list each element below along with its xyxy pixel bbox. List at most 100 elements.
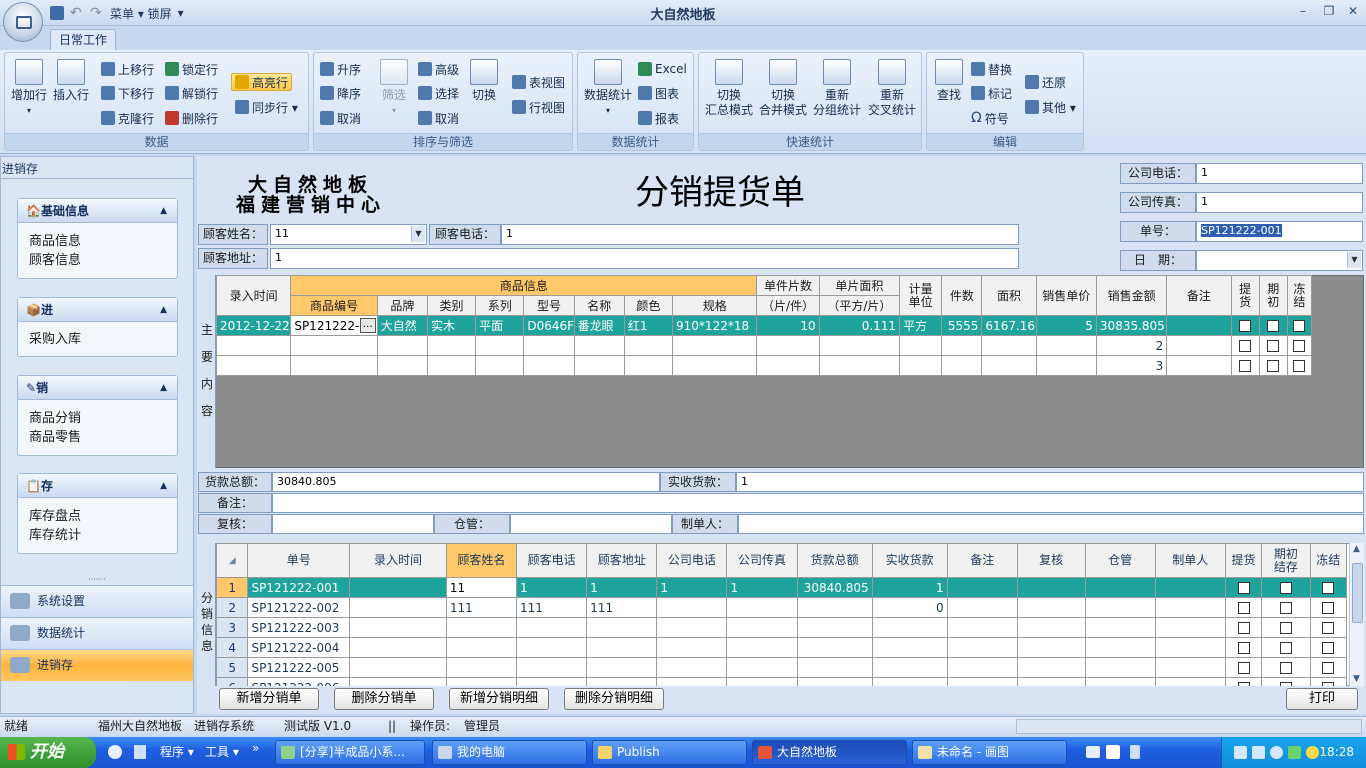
- customer-phone-input[interactable]: 1: [501, 224, 1019, 245]
- data-stats-button[interactable]: 数据统计 ▾: [582, 59, 634, 118]
- list-cell-cust-addr[interactable]: 111: [586, 597, 658, 618]
- list-cell-cust-addr[interactable]: [586, 637, 658, 658]
- opening-checkbox[interactable]: [1267, 340, 1280, 352]
- col-pickup[interactable]: 提货: [1230, 275, 1260, 316]
- cell-area-pc[interactable]: [818, 335, 901, 356]
- cell-name[interactable]: [573, 335, 625, 356]
- cell-spec[interactable]: 910*122*18: [672, 315, 758, 336]
- move-down-button[interactable]: 下移行: [101, 84, 154, 102]
- list-cell-comp-fax[interactable]: [726, 637, 798, 658]
- list-cell-note[interactable]: [946, 597, 1018, 618]
- row-number[interactable]: 2: [215, 597, 249, 618]
- nav-bar-data-stats[interactable]: 数据统计: [1, 617, 193, 649]
- sort-asc-button[interactable]: 升序: [320, 60, 361, 78]
- list-cell-warehouse[interactable]: [1084, 637, 1156, 658]
- detail-row[interactable]: 2012-12-22 SP121222-0… 大自然 实木 平面 D0646F …: [215, 315, 1313, 336]
- list-cell-opening[interactable]: [1261, 657, 1311, 678]
- pickup-checkbox[interactable]: [1237, 662, 1250, 674]
- minimize-button[interactable]: –: [1292, 4, 1314, 20]
- remark-input[interactable]: [272, 493, 1364, 513]
- delete-order-button[interactable]: 删除分销单: [334, 688, 434, 710]
- cell-area[interactable]: [981, 335, 1037, 356]
- tools-menu[interactable]: 工具 ▾: [205, 737, 239, 768]
- list-col-frozen[interactable]: 冻结: [1309, 543, 1348, 578]
- list-col-cust-phone[interactable]: 顾客电话: [516, 543, 588, 578]
- tab-daily-work[interactable]: 日常工作: [50, 29, 116, 51]
- list-cell-order-no[interactable]: SP121222-003: [247, 617, 351, 638]
- list-cell-received[interactable]: 1: [871, 577, 948, 598]
- list-col-cust-addr[interactable]: 顾客地址: [586, 543, 658, 578]
- cell-price[interactable]: 5: [1035, 315, 1097, 336]
- tray-network-icon[interactable]: [1234, 746, 1247, 759]
- list-cell-maker[interactable]: [1154, 577, 1226, 598]
- cell-note[interactable]: [1166, 335, 1232, 356]
- nav-item-retail[interactable]: 商品零售: [18, 428, 177, 447]
- list-cell-review[interactable]: [1016, 637, 1086, 658]
- frozen-checkbox[interactable]: [1322, 642, 1335, 654]
- start-button[interactable]: 开始: [0, 737, 96, 768]
- col-area-per-pc-2[interactable]: （平方/片）: [818, 295, 901, 316]
- list-cell-total[interactable]: [796, 597, 873, 618]
- list-col-comp-fax[interactable]: 公司传真: [726, 543, 798, 578]
- nav-bar-system-settings[interactable]: 系统设置: [1, 585, 193, 617]
- new-detail-button[interactable]: 新增分销明细: [449, 688, 549, 710]
- cell-pickup[interactable]: [1230, 315, 1260, 336]
- col-area-per-pc-1[interactable]: 单片面积: [818, 275, 901, 296]
- filter-button[interactable]: 筛选 ▾: [376, 59, 412, 118]
- frozen-checkbox[interactable]: [1322, 602, 1335, 614]
- taskbar-item-share[interactable]: [分享]半成品小系...: [275, 740, 425, 765]
- taskbar-item-app-active[interactable]: 大自然地板: [752, 740, 907, 765]
- list-cell-total[interactable]: [796, 637, 873, 658]
- col-frozen[interactable]: 冻结: [1286, 275, 1313, 316]
- mark-button[interactable]: 标记: [971, 84, 1012, 102]
- company-fax-input[interactable]: 1: [1196, 192, 1363, 213]
- opening-checkbox[interactable]: [1279, 622, 1292, 634]
- chevron-down-icon[interactable]: ▼: [1347, 252, 1361, 268]
- nav-item-goods-info[interactable]: 商品信息: [18, 232, 177, 251]
- list-cell-note[interactable]: [946, 637, 1018, 658]
- list-cell-frozen[interactable]: [1309, 637, 1348, 658]
- cell-frozen[interactable]: [1286, 315, 1313, 336]
- cell-pickup[interactable]: [1230, 355, 1260, 376]
- programs-menu[interactable]: 程序 ▾: [160, 737, 194, 768]
- nav-group-header-purchase[interactable]: 📦进 ▲: [18, 298, 177, 322]
- cell-qty[interactable]: [941, 355, 983, 376]
- summary-mode-button[interactable]: 切换 汇总模式: [703, 59, 755, 118]
- clone-row-button[interactable]: 克隆行: [101, 109, 154, 127]
- nav-group-header-basic[interactable]: 🏠基础信息 ▲: [18, 199, 177, 223]
- list-cell-comp-fax[interactable]: [726, 657, 798, 678]
- cell-unit[interactable]: 平方: [899, 315, 943, 336]
- list-cell-frozen[interactable]: [1309, 617, 1348, 638]
- list-cell-total[interactable]: [796, 657, 873, 678]
- customer-addr-input[interactable]: 1: [270, 248, 1019, 269]
- col-brand[interactable]: 品牌: [376, 295, 428, 316]
- cross-stats-button[interactable]: 重新 交叉统计: [865, 59, 919, 118]
- list-cell-order-no[interactable]: SP121222-002: [247, 597, 351, 618]
- cell-series[interactable]: [475, 335, 525, 356]
- cell-category[interactable]: [426, 355, 477, 376]
- list-cell-total[interactable]: [796, 617, 873, 638]
- list-cell-cust-addr[interactable]: 1: [586, 577, 658, 598]
- col-qty[interactable]: 件数: [941, 275, 983, 316]
- cell-model[interactable]: D0646F: [523, 315, 575, 336]
- nav-splitter-handle[interactable]: ·······: [1, 576, 193, 584]
- cell-note[interactable]: [1166, 355, 1232, 376]
- cell-frozen[interactable]: [1286, 355, 1313, 376]
- list-cell-entry-time[interactable]: [349, 577, 447, 598]
- list-cell-maker[interactable]: [1154, 597, 1226, 618]
- tray-shield-icon[interactable]: [1288, 746, 1301, 759]
- nav-item-purchase-in[interactable]: 采购入库: [18, 330, 177, 349]
- frozen-checkbox[interactable]: [1322, 582, 1335, 594]
- opening-checkbox[interactable]: [1267, 320, 1280, 332]
- list-cell-comp-phone[interactable]: [656, 597, 728, 618]
- cell-area[interactable]: 6167.16: [981, 315, 1037, 336]
- delete-row-button[interactable]: 删除行: [165, 109, 218, 127]
- list-cell-entry-time[interactable]: [349, 657, 447, 678]
- select-filter-button[interactable]: 选择: [418, 84, 459, 102]
- col-pcs-per-box-1[interactable]: 单件片数: [756, 275, 820, 296]
- cell-area[interactable]: [981, 355, 1037, 376]
- list-cell-pickup[interactable]: [1224, 597, 1263, 618]
- delete-detail-button[interactable]: 删除分销明细: [564, 688, 664, 710]
- company-phone-input[interactable]: 1: [1196, 163, 1363, 184]
- cell-area-pc[interactable]: [818, 355, 901, 376]
